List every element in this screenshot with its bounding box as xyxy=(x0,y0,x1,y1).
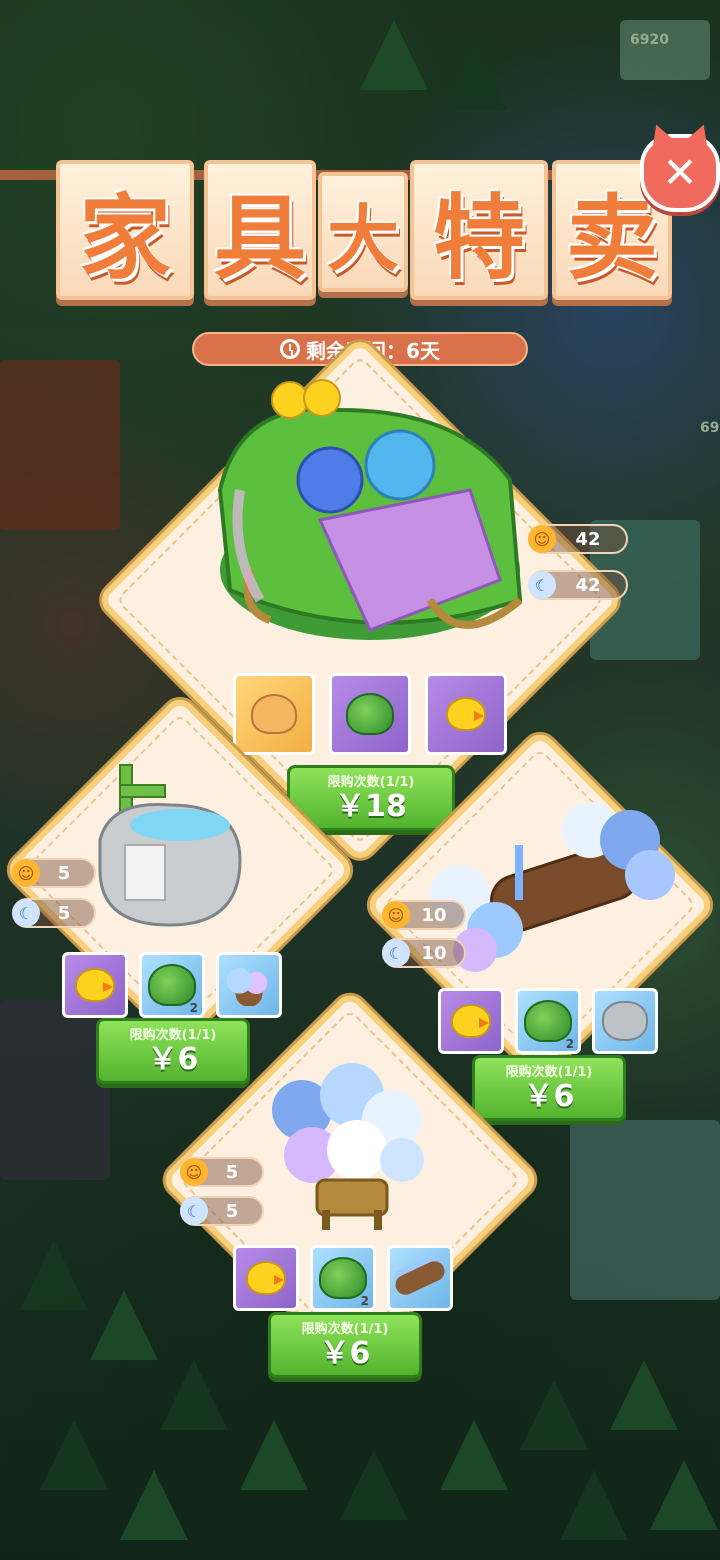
title-char-tile: 家 xyxy=(56,160,194,300)
flower-log-icon xyxy=(392,1257,448,1299)
purchase-limit: 限购次数(1/1) xyxy=(327,775,415,790)
smile-sun-icon: ☺ xyxy=(180,1158,208,1186)
yellow-chick-icon xyxy=(75,968,115,1002)
reward-slot[interactable] xyxy=(233,673,315,755)
stone-basin-icon xyxy=(602,1001,648,1041)
yellow-chick-icon xyxy=(446,697,486,731)
hydrangea-planter-icon xyxy=(262,1060,432,1230)
reward-slot[interactable]: 2 xyxy=(139,952,205,1018)
title-char-tile: 大 xyxy=(318,172,408,292)
moon-icon: ☾ xyxy=(528,571,556,599)
yellow-chick-icon xyxy=(246,1261,286,1295)
close-icon: ✕ xyxy=(662,148,698,197)
title-char-tile: 特 xyxy=(410,160,548,300)
moon-icon: ☾ xyxy=(382,939,410,967)
sleep-stat: ☾ 5 xyxy=(180,1196,264,1226)
smile-sun-icon: ☺ xyxy=(382,901,410,929)
happiness-stat: ☺ 5 xyxy=(180,1157,264,1187)
reward-slot[interactable]: 2 xyxy=(515,988,581,1054)
moon-icon: ☾ xyxy=(12,899,40,927)
price-label: ￥6 xyxy=(523,1079,575,1114)
sofa-bed-icon xyxy=(200,370,540,660)
smile-sun-icon: ☺ xyxy=(12,859,40,887)
reward-slot[interactable] xyxy=(329,673,411,755)
happiness-stat: ☺ 10 xyxy=(382,900,466,930)
berry-bush-icon xyxy=(346,693,394,735)
moon-icon: ☾ xyxy=(180,1197,208,1225)
sleep-stat: ☾ 5 xyxy=(12,898,96,928)
cat-plush-icon xyxy=(251,694,297,734)
happiness-stat: ☺ 5 xyxy=(12,858,96,888)
reward-slot[interactable]: 2 xyxy=(310,1245,376,1311)
purchase-limit: 限购次数(1/1) xyxy=(505,1065,593,1080)
hydrangea-planter-icon xyxy=(225,964,273,1006)
buy-button-right[interactable]: 限购次数(1/1) ￥6 xyxy=(472,1055,626,1121)
price-label: ￥6 xyxy=(319,1336,371,1371)
reward-slot[interactable] xyxy=(216,952,282,1018)
sleep-stat: ☾ 42 xyxy=(528,570,628,600)
title-char-tile: 具 xyxy=(204,160,316,300)
reward-slot[interactable] xyxy=(425,673,507,755)
green-bush-icon xyxy=(148,964,196,1006)
purchase-limit: 限购次数(1/1) xyxy=(301,1322,389,1337)
green-bush-icon xyxy=(319,1257,367,1299)
green-bush-icon xyxy=(524,1000,572,1042)
reward-slot[interactable] xyxy=(438,988,504,1054)
buy-button-bottom[interactable]: 限购次数(1/1) ￥6 xyxy=(268,1312,422,1378)
reward-slot[interactable] xyxy=(387,1245,453,1311)
price-label: ￥6 xyxy=(147,1042,199,1077)
reward-slot[interactable] xyxy=(592,988,658,1054)
clock-icon xyxy=(280,339,301,359)
smile-sun-icon: ☺ xyxy=(528,525,556,553)
reward-slot[interactable] xyxy=(233,1245,299,1311)
purchase-limit: 限购次数(1/1) xyxy=(129,1028,217,1043)
buy-button-left[interactable]: 限购次数(1/1) ￥6 xyxy=(96,1018,250,1084)
happiness-stat: ☺ 42 xyxy=(528,524,628,554)
yellow-chick-icon xyxy=(451,1004,491,1038)
sleep-stat: ☾ 10 xyxy=(382,938,466,968)
close-button[interactable]: ✕ xyxy=(640,134,720,212)
stone-basin-icon xyxy=(90,760,250,930)
reward-slot[interactable] xyxy=(62,952,128,1018)
